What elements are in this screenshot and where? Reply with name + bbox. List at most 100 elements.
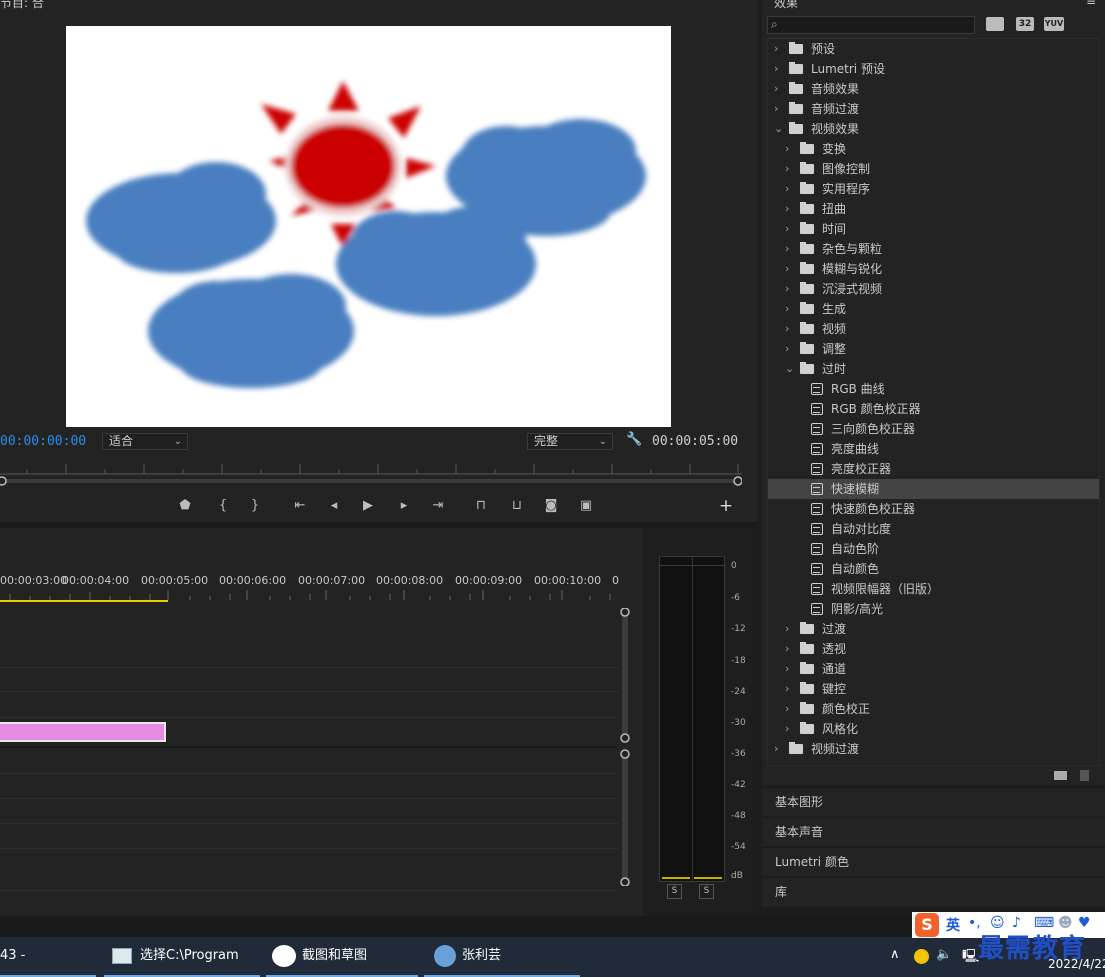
effect-item[interactable]: RGB 颜色校正器 [768, 399, 1099, 419]
chevron-right-icon[interactable]: › [785, 719, 789, 739]
folder-item[interactable]: › 颜色校正 [768, 699, 1099, 719]
mark-in-button[interactable]: { [216, 496, 230, 516]
video-track[interactable] [0, 692, 618, 718]
yuv-effects-icon[interactable]: YUV [1044, 17, 1064, 31]
go-to-in-button[interactable]: ⇤ [290, 496, 310, 516]
effect-item[interactable]: 快速颜色校正器 [768, 499, 1099, 519]
vertical-scrollbar[interactable] [619, 608, 631, 886]
folder-item[interactable]: › 沉浸式视频 [768, 279, 1099, 299]
folder-item[interactable]: › 杂色与颗粒 [768, 239, 1099, 259]
chevron-right-icon[interactable]: › [785, 639, 789, 659]
video-track[interactable] [0, 610, 618, 668]
effect-item[interactable]: 三向颜色校正器 [768, 419, 1099, 439]
folder-item[interactable]: › 生成 [768, 299, 1099, 319]
folder-item[interactable]: › 预设 [768, 39, 1099, 59]
chevron-right-icon[interactable]: › [774, 739, 778, 759]
solo-left-button[interactable]: S [667, 884, 682, 899]
step-back-button[interactable]: ◂ [326, 496, 342, 516]
chevron-right-icon[interactable]: › [785, 219, 789, 239]
effect-item[interactable]: 自动颜色 [768, 559, 1099, 579]
network-icon[interactable]: 🖳 [962, 947, 979, 969]
ime-mode[interactable]: 英 [946, 915, 960, 935]
new-bin-icon[interactable] [1054, 771, 1067, 780]
add-marker-button[interactable]: ⬟ [178, 496, 192, 516]
trash-icon[interactable] [1080, 770, 1089, 781]
chevron-down-icon[interactable]: ⌄ [774, 119, 783, 139]
chevron-right-icon[interactable]: › [785, 139, 789, 159]
chevron-right-icon[interactable]: › [785, 699, 789, 719]
scrub-bar[interactable] [0, 476, 742, 486]
play-button[interactable]: ▶ [360, 496, 376, 516]
effect-item[interactable]: 亮度曲线 [768, 439, 1099, 459]
clock-date[interactable]: 2022/4/22 [1048, 957, 1105, 971]
chevron-right-icon[interactable]: › [785, 339, 789, 359]
audio-track[interactable] [0, 748, 618, 774]
folder-item[interactable]: › 风格化 [768, 719, 1099, 739]
folder-item[interactable]: › 扭曲 [768, 199, 1099, 219]
effect-item[interactable]: 亮度校正器 [768, 459, 1099, 479]
panel-tab-libraries[interactable]: 库 [762, 877, 1105, 907]
folder-item[interactable]: › Lumetri 预设 [768, 59, 1099, 79]
32bit-effects-icon[interactable]: 32 [1016, 17, 1034, 31]
chevron-right-icon[interactable]: › [774, 79, 778, 99]
wrench-icon[interactable]: 🔧 [626, 432, 642, 447]
chevron-right-icon[interactable]: › [785, 679, 789, 699]
folder-item[interactable]: › 键控 [768, 679, 1099, 699]
chevron-right-icon[interactable]: › [774, 59, 778, 79]
effect-item[interactable]: 视频限幅器（旧版） [768, 579, 1099, 599]
zoom-select[interactable]: 适合 ⌄ [102, 433, 188, 450]
chevron-right-icon[interactable]: › [774, 39, 778, 59]
folder-item[interactable]: › 时间 [768, 219, 1099, 239]
chevron-right-icon[interactable]: › [774, 99, 778, 119]
go-to-out-button[interactable]: ⇥ [428, 496, 448, 516]
monitor-ruler[interactable] [0, 458, 742, 476]
folder-item[interactable]: › 通道 [768, 659, 1099, 679]
chevron-down-icon[interactable]: ⌄ [785, 359, 794, 379]
chevron-right-icon[interactable]: › [785, 159, 789, 179]
folder-item[interactable]: › 视频过渡 [768, 739, 1099, 759]
video-preview[interactable] [66, 26, 671, 427]
compare-view-icon[interactable]: ▣ [576, 496, 596, 516]
effect-item[interactable]: RGB 曲线 [768, 379, 1099, 399]
folder-item[interactable]: › 调整 [768, 339, 1099, 359]
audio-track[interactable] [0, 824, 618, 849]
monitor-title[interactable]: 节目: 合 [0, 0, 44, 11]
chevron-right-icon[interactable]: › [785, 259, 789, 279]
effect-item[interactable]: 阴影/高光 [768, 599, 1099, 619]
folder-item[interactable]: ⌄ 过时 [768, 359, 1099, 379]
audio-track[interactable] [0, 799, 618, 824]
current-timecode[interactable]: 00:00:00:00 [0, 434, 86, 449]
folder-item[interactable]: › 音频过渡 [768, 99, 1099, 119]
effect-item[interactable]: 快速模糊 [768, 479, 1099, 499]
extract-icon[interactable]: ⊔ [506, 496, 528, 516]
folder-item[interactable]: › 视频 [768, 319, 1099, 339]
chevron-right-icon[interactable]: › [785, 619, 789, 639]
audio-track[interactable] [0, 774, 618, 799]
timeline-ruler[interactable]: 00:00:03:00 00:00:04:00 00:00:05:00 00:0… [0, 572, 643, 602]
folder-item[interactable]: › 图像控制 [768, 159, 1099, 179]
step-forward-button[interactable]: ▸ [396, 496, 412, 516]
mark-out-button[interactable]: } [248, 496, 262, 516]
taskbar-item-word[interactable]: 43 - Microsoft... [0, 937, 96, 977]
video-clip[interactable] [0, 722, 166, 742]
panel-menu-icon[interactable]: ≡ [1086, 0, 1096, 8]
search-input[interactable]: ⌕ [767, 16, 975, 34]
folder-item[interactable]: › 实用程序 [768, 179, 1099, 199]
panel-tab-essential-graphics[interactable]: 基本图形 [762, 787, 1105, 816]
taskbar-item-snip[interactable]: 截图和草图 [266, 937, 418, 977]
lift-icon[interactable]: ⊓ [470, 496, 492, 516]
volume-icon[interactable]: 🔈 [936, 947, 952, 962]
quality-select[interactable]: 完整 ⌄ [527, 433, 613, 450]
audio-track[interactable] [0, 849, 618, 891]
folder-item[interactable]: › 变换 [768, 139, 1099, 159]
chevron-right-icon[interactable]: › [785, 199, 789, 219]
tray-app-icon[interactable] [914, 949, 929, 964]
chevron-right-icon[interactable]: › [785, 299, 789, 319]
folder-item[interactable]: › 音频效果 [768, 79, 1099, 99]
tray-expand-icon[interactable]: ∧ [890, 947, 900, 962]
taskbar-item-explorer[interactable]: 选择C:\Program F... [104, 937, 260, 977]
effect-item[interactable]: 自动色阶 [768, 539, 1099, 559]
solo-right-button[interactable]: S [699, 884, 714, 899]
chevron-right-icon[interactable]: › [785, 179, 789, 199]
folder-item[interactable]: ⌄ 视频效果 [768, 119, 1099, 139]
